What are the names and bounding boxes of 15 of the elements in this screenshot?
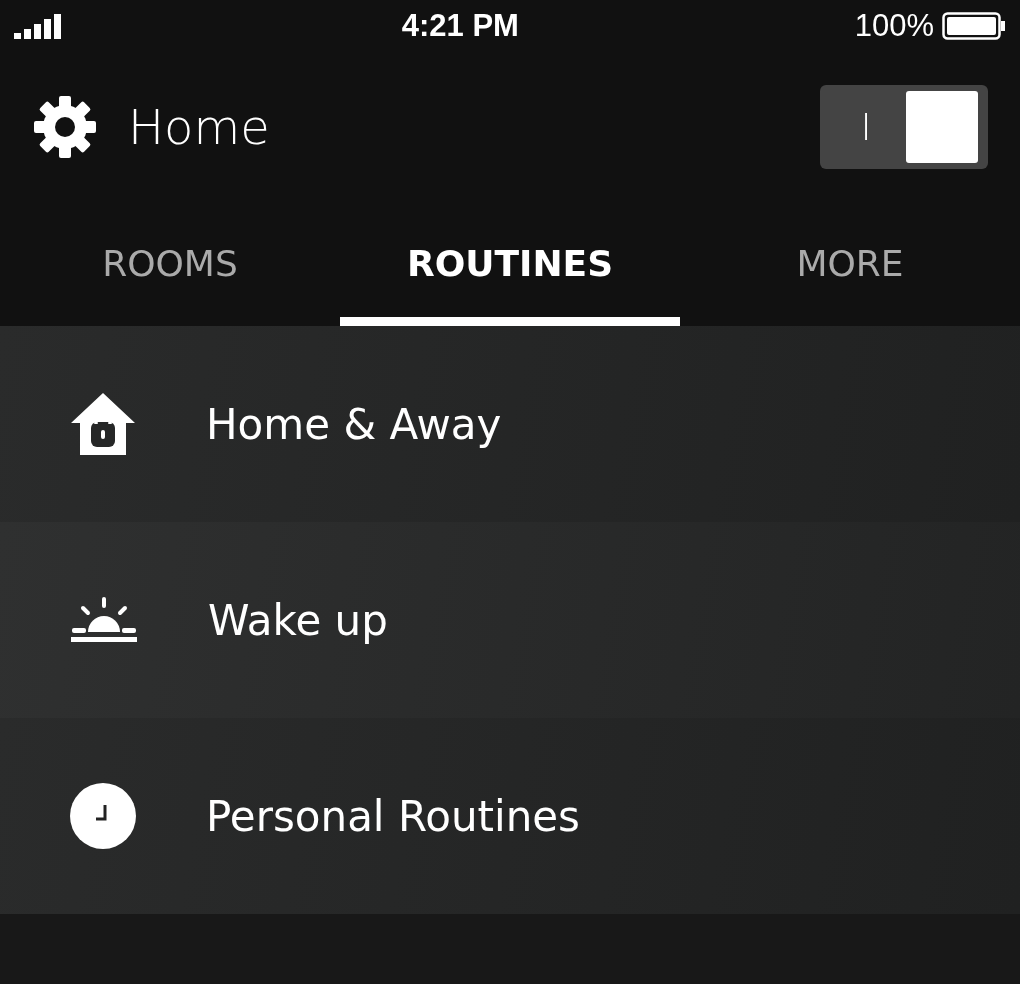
sunrise-icon bbox=[70, 596, 138, 644]
routine-item[interactable]: Home & Away bbox=[0, 326, 1020, 522]
clock-icon bbox=[70, 783, 136, 849]
battery-percent: 100% bbox=[854, 6, 934, 45]
power-toggle[interactable]: I bbox=[820, 85, 988, 169]
home-title: Home bbox=[128, 98, 270, 157]
tab[interactable]: ROUTINES bbox=[340, 202, 680, 326]
tab[interactable]: MORE bbox=[680, 202, 1020, 326]
routine-item[interactable]: Personal Routines bbox=[0, 718, 1020, 914]
tab[interactable]: ROOMS bbox=[0, 202, 340, 326]
settings-icon[interactable] bbox=[32, 94, 98, 160]
routine-item[interactable]: Wake up bbox=[0, 522, 1020, 718]
house-lock-icon bbox=[70, 392, 136, 456]
clock-time: 4:21 PM bbox=[401, 6, 519, 45]
battery-icon bbox=[942, 12, 1006, 40]
